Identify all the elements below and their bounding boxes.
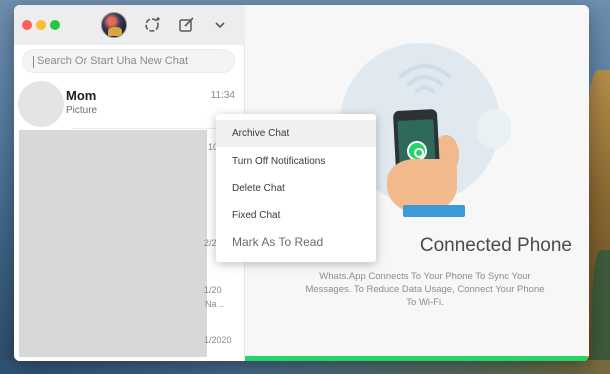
sleeve-illustration xyxy=(403,205,465,217)
chat-item[interactable]: Mom Picture 11:34 xyxy=(14,79,245,129)
chevron-down-icon[interactable] xyxy=(210,15,230,35)
menu-item-fixed-chat[interactable]: Fixed Chat xyxy=(216,202,376,229)
cloud-decoration xyxy=(477,109,511,149)
redacted-chat-list xyxy=(19,130,207,357)
profile-avatar[interactable] xyxy=(101,12,127,38)
search-icon xyxy=(33,56,36,68)
status-bar xyxy=(245,356,589,361)
status-ring-icon[interactable] xyxy=(142,15,162,35)
titlebar xyxy=(14,5,245,45)
page-description: Whats.App Connects To Your Phone To Sync… xyxy=(305,271,545,308)
chat-avatar xyxy=(18,81,64,127)
chat-time: 1/20 xyxy=(204,285,222,295)
chat-time: 2/2 xyxy=(204,238,217,248)
chat-preview: Na .. xyxy=(205,299,225,309)
context-menu: Archive Chat Turn Off Notifications Dele… xyxy=(216,114,376,262)
chat-name: Mom xyxy=(66,88,97,103)
sidebar: Mom Picture 11:34 10 2/2 1/20 Na .. 1/20… xyxy=(14,5,245,361)
compose-icon[interactable] xyxy=(177,15,197,35)
chat-time: 11:34 xyxy=(210,90,235,101)
chat-last-message: Picture xyxy=(66,105,98,116)
close-window-button[interactable] xyxy=(22,20,32,30)
menu-item-turn-off-notifications[interactable]: Turn Off Notifications xyxy=(216,148,376,175)
chat-time: 1/2020 xyxy=(204,335,232,345)
menu-item-delete-chat[interactable]: Delete Chat xyxy=(216,175,376,202)
zoom-window-button[interactable] xyxy=(50,20,60,30)
search-input[interactable] xyxy=(37,50,232,72)
search-bar[interactable] xyxy=(22,49,235,73)
desktop-dock-area xyxy=(0,360,610,374)
wifi-icon xyxy=(399,64,451,93)
minimize-window-button[interactable] xyxy=(36,20,46,30)
desktop-tree xyxy=(592,250,610,360)
menu-item-archive-chat[interactable]: Archive Chat xyxy=(216,120,376,147)
menu-item-mark-as-read[interactable]: Mark As To Read xyxy=(216,229,376,256)
